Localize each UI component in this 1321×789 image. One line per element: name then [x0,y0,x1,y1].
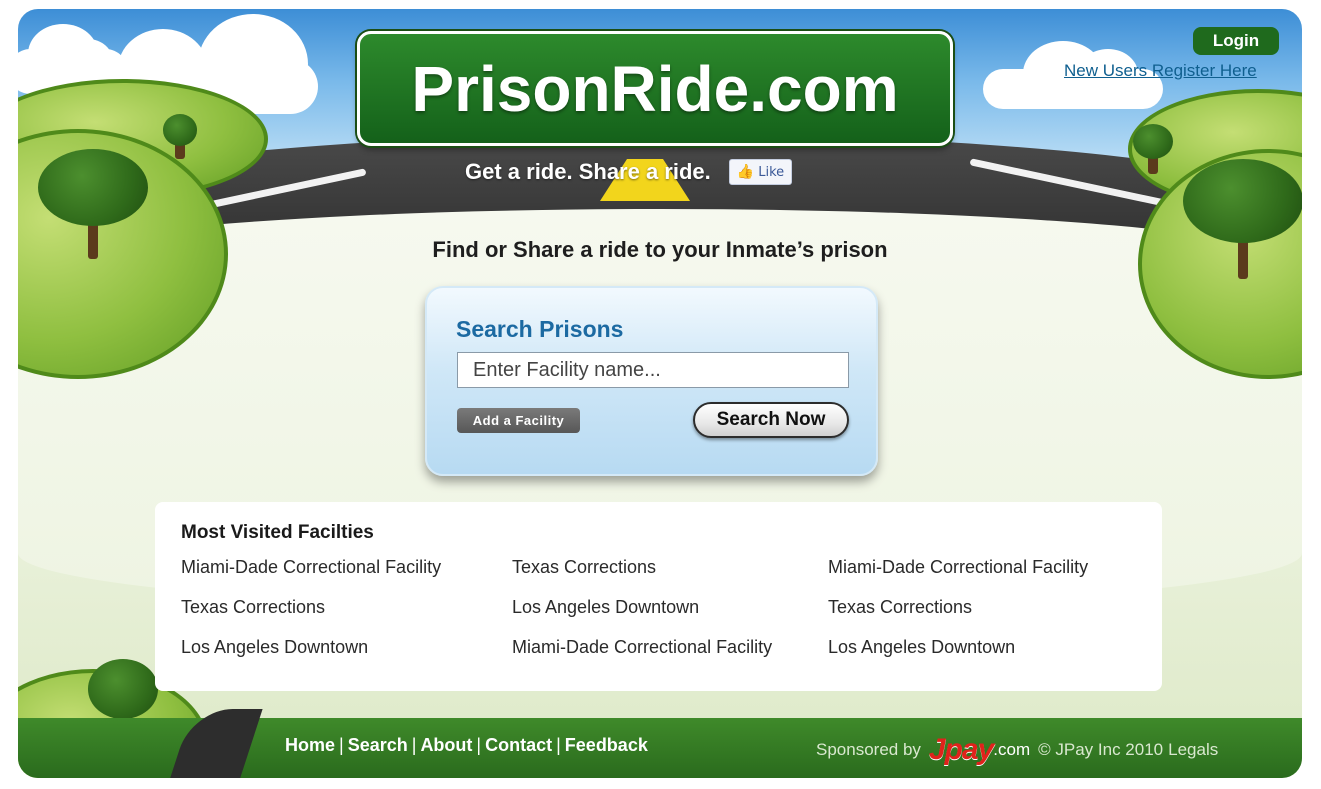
search-panel: Search Prisons Add a Facility Search Now [425,286,878,476]
page-headline: Find or Share a ride to your Inmate’s pr… [432,237,888,262]
add-facility-button[interactable]: Add a Facility [457,408,580,433]
facebook-like-button[interactable]: 👍 Like [728,159,793,185]
tagline-row: Get a ride. Share a ride. 👍 Like [465,157,793,187]
jpay-domain: .com [993,740,1031,759]
facility-link[interactable]: Los Angeles Downtown [512,597,699,618]
copyright-text: © JPay Inc 2010 [1038,740,1164,759]
register-link[interactable]: New Users Register Here [1064,61,1257,81]
tagline: Get a ride. Share a ride. [465,159,711,184]
most-visited-panel: Most Visited Facilties Miami-Dade Correc… [155,502,1162,691]
legals-link[interactable]: Legals [1168,740,1218,760]
nav-separator: | [476,735,482,755]
nav-separator: | [556,735,561,755]
sponsored-label: Sponsored by [816,740,921,759]
jpay-logo[interactable]: Jpay [929,733,994,767]
tree-icon [1133,124,1173,174]
footer-link-home[interactable]: Home [285,735,335,756]
footer-link-contact[interactable]: Contact [485,735,552,756]
facility-link[interactable]: Texas Corrections [828,597,972,618]
facility-link[interactable]: Miami-Dade Correctional Facility [828,557,1088,578]
page-frame: PrisonRide.com Get a ride. Share a ride.… [18,9,1302,778]
tree-icon [163,114,197,159]
footer-link-search[interactable]: Search [348,735,408,756]
footer-link-about[interactable]: About [420,735,472,756]
login-button[interactable]: Login [1193,27,1279,55]
most-visited-title: Most Visited Facilties [181,522,374,543]
like-label: Like [758,164,785,180]
search-title: Search Prisons [456,316,624,342]
facility-search-input[interactable] [457,352,849,388]
footer-link-feedback[interactable]: Feedback [565,735,648,756]
facility-link[interactable]: Los Angeles Downtown [181,637,368,658]
sponsor-info: Sponsored by Jpay .com © JPay Inc 2010 L… [816,733,1218,767]
nav-separator: | [411,735,417,755]
site-logo-sign[interactable]: PrisonRide.com [357,31,953,146]
search-now-button[interactable]: Search Now [693,402,849,438]
facility-link[interactable]: Texas Corrections [181,597,325,618]
footer-nav: Home | Search | About | Contact | Feedba… [285,735,648,756]
facility-link[interactable]: Los Angeles Downtown [828,637,1015,658]
nav-separator: | [339,735,344,755]
thumbs-up-icon: 👍 [736,164,755,180]
facility-link[interactable]: Texas Corrections [512,557,656,578]
facility-link[interactable]: Miami-Dade Correctional Facility [512,637,772,658]
facility-link[interactable]: Miami-Dade Correctional Facility [181,557,441,578]
site-title: PrisonRide.com [411,52,899,125]
